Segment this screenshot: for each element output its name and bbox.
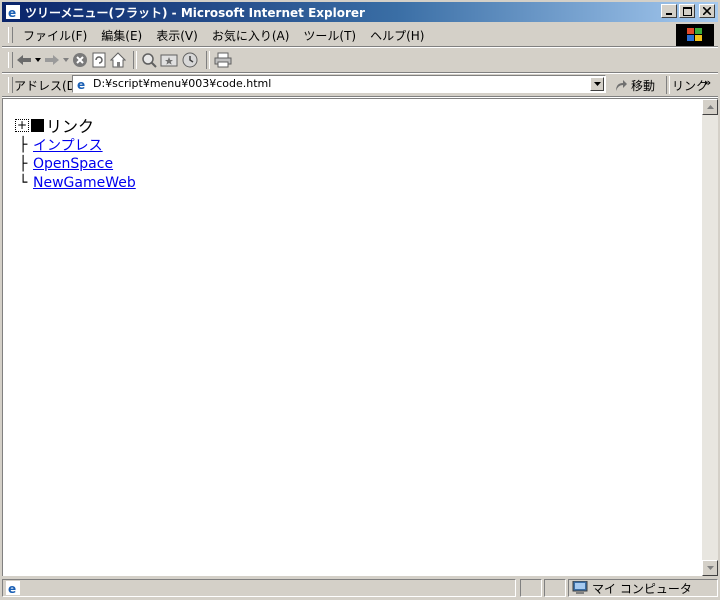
menu-tools[interactable]: ツール(T): [296, 27, 363, 44]
browser-window: e ツリーメニュー(フラット) - Microsoft Internet Exp…: [0, 0, 720, 600]
dropdown-arrow-icon: [63, 58, 69, 62]
security-zone-panel: マイ コンピュータ: [568, 579, 718, 597]
arrow-down-icon: [706, 566, 714, 570]
forward-button[interactable]: [44, 50, 60, 70]
favorites-icon: [160, 54, 178, 67]
minimize-button[interactable]: [661, 4, 677, 18]
favorites-button[interactable]: [160, 50, 178, 70]
tree-link-impress[interactable]: インプレス: [33, 135, 103, 155]
vertical-scrollbar[interactable]: [702, 99, 718, 576]
go-arrow-icon: [616, 79, 627, 91]
maximize-button[interactable]: [679, 4, 695, 18]
status-bar: e マイ コンピュータ: [2, 578, 718, 598]
scroll-up-button[interactable]: [702, 99, 718, 115]
dropdown-arrow-icon: [35, 58, 41, 62]
address-input[interactable]: e D:¥script¥menu¥003¥code.html: [72, 75, 606, 93]
stop-button[interactable]: [72, 50, 88, 70]
page-status-icon: e: [6, 581, 20, 595]
search-button[interactable]: [141, 50, 157, 70]
back-arrow-icon: [17, 55, 31, 65]
links-button[interactable]: リンク: [672, 77, 708, 94]
menu-edit[interactable]: 編集(E): [94, 27, 149, 44]
tree-branch-line: ├: [19, 136, 28, 153]
status-panel: [544, 579, 566, 597]
address-dropdown-button[interactable]: [590, 77, 604, 91]
ie-icon: e: [5, 4, 21, 20]
scroll-down-button[interactable]: [702, 560, 718, 576]
maximize-icon: [682, 6, 692, 16]
security-zone-label: マイ コンピュータ: [592, 581, 692, 596]
forward-arrow-icon: [45, 55, 59, 65]
tree-root-label: リンク: [46, 117, 95, 136]
address-bar: アドレス(D) e D:¥script¥menu¥003¥code.html 移…: [2, 74, 718, 96]
tree-link-newgameweb[interactable]: NewGameWeb: [33, 175, 136, 191]
address-url: D:¥script¥menu¥003¥code.html: [93, 77, 272, 90]
back-button[interactable]: [16, 50, 32, 70]
arrow-up-icon: [706, 105, 714, 109]
window-title: ツリーメニュー(フラット) - Microsoft Internet Explo…: [25, 5, 365, 20]
tree-menu: + リンク ├ インプレス ├ OpenSpace └ NewGameWeb: [15, 115, 136, 192]
links-separator: [666, 76, 670, 94]
chevron-right-icon[interactable]: »: [704, 76, 711, 89]
print-icon: [214, 52, 232, 68]
search-icon: [142, 53, 157, 68]
print-button[interactable]: [214, 50, 232, 70]
minimize-icon: [666, 13, 672, 15]
tree-branch-line: └: [19, 174, 28, 191]
caption-buttons: [659, 4, 715, 18]
tree-item: ├ OpenSpace: [19, 154, 136, 173]
go-button[interactable]: 移動: [614, 77, 655, 94]
computer-icon: [572, 581, 588, 594]
menu-view[interactable]: 表示(V): [149, 27, 205, 44]
home-button[interactable]: [110, 50, 126, 70]
close-button[interactable]: [699, 4, 715, 18]
home-icon: [110, 52, 126, 68]
refresh-icon: [92, 52, 106, 68]
tree-root[interactable]: + リンク: [15, 115, 136, 136]
back-dropdown[interactable]: [35, 50, 41, 70]
tree-branch-line: ├: [19, 155, 28, 172]
page-icon: e: [75, 77, 89, 92]
stop-icon: [73, 53, 87, 67]
address-grip[interactable]: [8, 77, 13, 93]
history-button[interactable]: [181, 50, 199, 70]
tree-item: └ NewGameWeb: [19, 173, 136, 192]
history-icon: [182, 52, 198, 68]
status-main-panel: e: [2, 579, 516, 597]
menu-bar: ファイル(F) 編集(E) 表示(V) お気に入り(A) ツール(T) ヘルプ(…: [2, 24, 718, 46]
toolbar-grip[interactable]: [8, 52, 13, 68]
page-content: + リンク ├ インプレス ├ OpenSpace └ NewGameWeb: [2, 98, 718, 576]
tree-item: ├ インプレス: [19, 135, 136, 154]
forward-dropdown[interactable]: [63, 50, 69, 70]
close-icon: [703, 7, 711, 15]
expand-toggle[interactable]: +: [15, 118, 29, 132]
title-bar[interactable]: e ツリーメニュー(フラット) - Microsoft Internet Exp…: [2, 2, 718, 22]
menu-favorites[interactable]: お気に入り(A): [205, 27, 297, 44]
svg-text:e: e: [8, 582, 16, 595]
menu-grip[interactable]: [8, 27, 13, 43]
svg-text:e: e: [77, 78, 85, 91]
toolbar-separator: [206, 51, 210, 69]
toolbar-separator: [133, 51, 137, 69]
refresh-button[interactable]: [91, 50, 107, 70]
menu-file[interactable]: ファイル(F): [16, 27, 94, 44]
tree-link-openspace[interactable]: OpenSpace: [33, 156, 113, 172]
folder-square-icon: [31, 118, 44, 132]
menu-help[interactable]: ヘルプ(H): [363, 27, 431, 44]
windows-logo-icon: [676, 24, 714, 46]
svg-text:e: e: [8, 6, 16, 20]
standard-toolbar: [2, 48, 718, 72]
status-panel: [520, 579, 542, 597]
chevron-down-icon: [593, 82, 601, 86]
address-label: アドレス(D): [14, 79, 81, 93]
go-label: 移動: [631, 79, 656, 93]
